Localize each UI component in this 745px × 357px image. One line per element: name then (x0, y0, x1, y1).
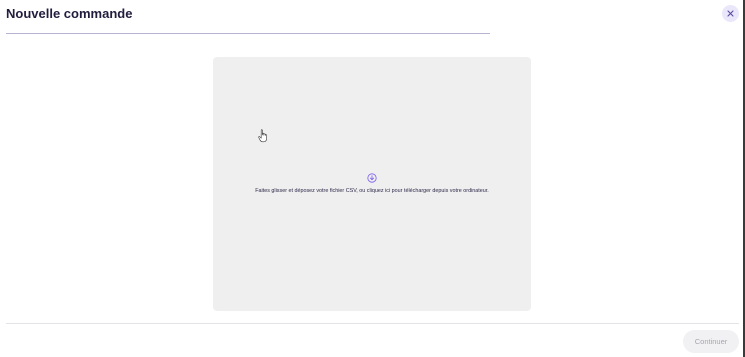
csv-dropzone[interactable]: Faites glisser et déposez votre fichier … (213, 57, 531, 311)
hand-cursor-icon (258, 129, 267, 143)
new-order-modal: Nouvelle commande Faites glisser et dépo… (0, 0, 745, 357)
continue-button[interactable]: Continuer (683, 330, 739, 353)
footer-divider (6, 323, 739, 324)
dropzone-instructions: Faites glisser et déposez votre fichier … (255, 188, 489, 194)
title-divider (6, 33, 490, 34)
upload-icon (367, 173, 377, 183)
modal-title: Nouvelle commande (6, 6, 133, 21)
close-icon (727, 10, 734, 17)
close-button[interactable] (722, 5, 739, 22)
